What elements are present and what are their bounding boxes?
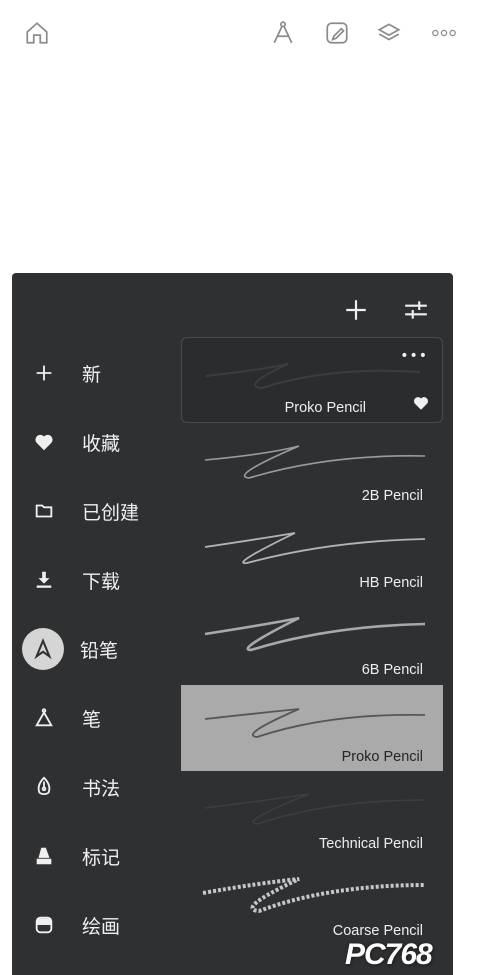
brush-stroke-preview bbox=[204, 532, 426, 564]
category-new[interactable]: 新 bbox=[22, 348, 180, 398]
layers-icon bbox=[377, 23, 401, 41]
brush-name: Coarse Pencil bbox=[332, 923, 423, 939]
category-label: 收藏 bbox=[82, 432, 121, 455]
category-label: 铅笔 bbox=[80, 639, 119, 662]
brush-name: Proko Pencil bbox=[341, 749, 423, 765]
paint-icon bbox=[35, 916, 53, 934]
home-button[interactable] bbox=[22, 18, 52, 48]
brush-item-proko-pencil-highlighted[interactable]: Proko Pencil bbox=[181, 685, 443, 771]
heart-icon bbox=[35, 434, 53, 451]
brush-name: 6B Pencil bbox=[361, 662, 423, 678]
edit-button[interactable] bbox=[322, 18, 352, 48]
category-label: 新 bbox=[82, 363, 102, 386]
pen-icon bbox=[35, 708, 53, 727]
category-marker[interactable]: 标记 bbox=[22, 831, 180, 881]
brush-library-panel: 新 收藏 已创建 下载 铅笔 笔 书法 标记 绘画 ••• Proko Penc… bbox=[12, 273, 453, 975]
home-icon bbox=[26, 22, 48, 44]
category-downloads[interactable]: 下载 bbox=[22, 555, 180, 605]
compass-icon bbox=[273, 21, 293, 44]
brush-name: Technical Pencil bbox=[319, 836, 423, 852]
adjust-icon bbox=[405, 301, 427, 319]
top-toolbar bbox=[0, 0, 480, 70]
compass-button[interactable] bbox=[268, 18, 298, 48]
more-button[interactable] bbox=[428, 18, 460, 48]
plus-icon bbox=[36, 365, 52, 381]
category-label: 书法 bbox=[82, 777, 121, 800]
category-pen[interactable]: 笔 bbox=[22, 693, 180, 743]
brush-item-6b-pencil[interactable]: 6B Pencil bbox=[181, 598, 443, 684]
category-label: 下载 bbox=[82, 570, 121, 593]
brush-name: HB Pencil bbox=[359, 575, 423, 591]
category-favorites[interactable]: 收藏 bbox=[22, 417, 180, 467]
folder-icon bbox=[35, 504, 53, 518]
category-calligraphy[interactable]: 书法 bbox=[22, 762, 180, 812]
brush-stroke-preview bbox=[204, 793, 426, 825]
panel-actions bbox=[341, 295, 431, 325]
category-label: 绘画 bbox=[82, 915, 121, 938]
brush-item-coarse-pencil[interactable]: Coarse Pencil bbox=[181, 859, 443, 945]
category-label: 已创建 bbox=[82, 501, 140, 524]
category-label: 笔 bbox=[82, 708, 102, 731]
marker-icon bbox=[36, 847, 52, 865]
brush-name: 2B Pencil bbox=[361, 488, 423, 504]
pencil-tip-icon bbox=[34, 638, 52, 660]
category-label: 标记 bbox=[82, 846, 121, 869]
brush-name: Proko Pencil bbox=[284, 400, 366, 416]
nib-icon bbox=[37, 776, 51, 796]
brush-item-proko-pencil[interactable]: ••• Proko Pencil bbox=[181, 337, 443, 423]
add-icon bbox=[346, 300, 366, 320]
watermark-logo: PC768 bbox=[345, 938, 433, 971]
brush-more-button[interactable]: ••• bbox=[400, 348, 428, 364]
category-pencil[interactable]: 铅笔 bbox=[22, 624, 180, 674]
add-brush-button[interactable] bbox=[341, 295, 371, 325]
brush-stroke-preview bbox=[205, 363, 421, 390]
brush-item-technical-pencil[interactable]: Technical Pencil bbox=[181, 772, 443, 858]
brush-item-2b-pencil[interactable]: 2B Pencil bbox=[181, 424, 443, 510]
more-icon bbox=[432, 29, 456, 37]
layers-button[interactable] bbox=[374, 18, 404, 48]
category-created[interactable]: 已创建 bbox=[22, 486, 180, 536]
category-painting[interactable]: 绘画 bbox=[22, 900, 180, 950]
brush-stroke-preview bbox=[204, 445, 426, 479]
brush-item-hb-pencil[interactable]: HB Pencil bbox=[181, 511, 443, 597]
heart-icon[interactable] bbox=[412, 394, 430, 412]
download-icon bbox=[36, 571, 52, 588]
brush-stroke-preview bbox=[202, 877, 426, 914]
brush-stroke-preview bbox=[204, 616, 426, 652]
edit-icon bbox=[326, 22, 348, 44]
adjust-button[interactable] bbox=[401, 295, 431, 325]
brush-stroke-preview bbox=[204, 708, 426, 738]
